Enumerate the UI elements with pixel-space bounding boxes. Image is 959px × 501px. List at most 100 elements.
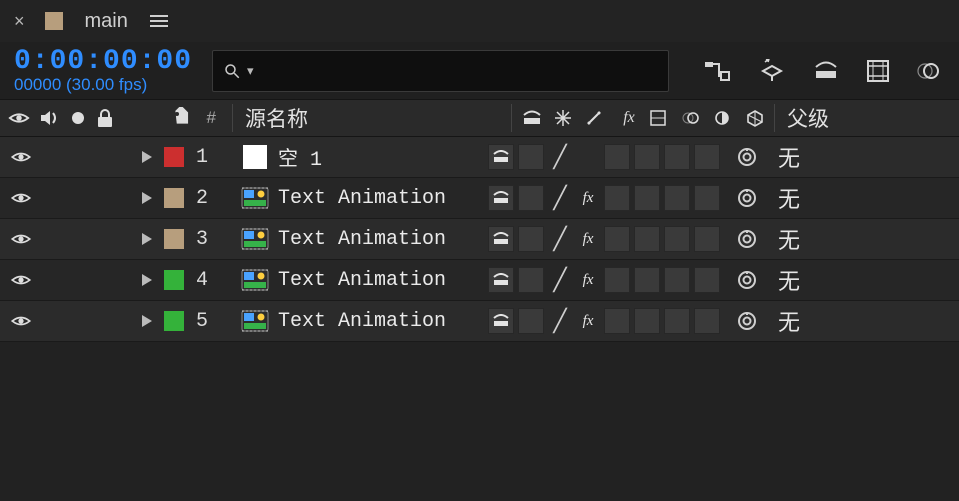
threed-switch[interactable] — [694, 226, 720, 252]
layer-name[interactable]: Text Animation — [278, 310, 488, 333]
frame-rate-info[interactable]: 00000 (30.00 fps) — [14, 75, 194, 95]
parent-column-header[interactable]: 父级 — [781, 103, 959, 133]
layer-name[interactable]: 空 1 — [278, 142, 488, 172]
layer-row[interactable]: 3 Text Animation ╱ fx — [0, 219, 959, 260]
parent-dropdown[interactable]: 无 — [772, 264, 959, 296]
shy-switch[interactable] — [488, 308, 514, 334]
collapse-switch[interactable] — [518, 308, 544, 334]
motion-blur-toggle[interactable] — [917, 60, 939, 82]
visibility-toggle[interactable] — [8, 232, 34, 246]
motionblur-switch[interactable] — [634, 185, 660, 211]
solo-column-icon[interactable] — [70, 110, 86, 126]
quality-switch[interactable]: ╱ — [548, 144, 572, 170]
quality-switch-header-icon[interactable] — [586, 110, 608, 126]
visibility-toggle[interactable] — [8, 191, 34, 205]
fx-switch-header-icon[interactable]: fx — [618, 109, 640, 127]
parent-pickwhip[interactable] — [736, 269, 758, 291]
threed-switch-header-icon[interactable] — [746, 109, 768, 127]
label-color-swatch[interactable] — [164, 311, 184, 331]
quality-switch[interactable]: ╱ — [548, 308, 572, 334]
parent-dropdown[interactable]: 无 — [772, 305, 959, 337]
search-dropdown-caret[interactable]: ▾ — [247, 63, 254, 79]
layer-name[interactable]: Text Animation — [278, 228, 488, 251]
shy-switch[interactable] — [488, 226, 514, 252]
parent-dropdown[interactable]: 无 — [772, 223, 959, 255]
layer-search-box[interactable]: ▾ — [212, 50, 669, 92]
collapse-switch[interactable] — [518, 185, 544, 211]
collapse-switch-header-icon[interactable] — [554, 109, 576, 127]
quality-switch[interactable]: ╱ — [548, 185, 572, 211]
threed-switch[interactable] — [694, 185, 720, 211]
threed-switch[interactable] — [694, 144, 720, 170]
label-color-swatch[interactable] — [164, 188, 184, 208]
twirl-arrow[interactable] — [136, 192, 158, 204]
threed-switch[interactable] — [694, 308, 720, 334]
label-color-swatch[interactable] — [164, 270, 184, 290]
audio-column-icon[interactable] — [40, 109, 60, 127]
parent-pickwhip[interactable] — [736, 310, 758, 332]
quality-switch[interactable]: ╱ — [548, 267, 572, 293]
comp-flowchart-button[interactable] — [705, 60, 731, 82]
shy-switch[interactable] — [488, 185, 514, 211]
adjustment-switch[interactable] — [664, 308, 690, 334]
label-color-swatch[interactable] — [164, 229, 184, 249]
parent-pickwhip[interactable] — [736, 146, 758, 168]
threed-switch[interactable] — [694, 267, 720, 293]
fx-switch[interactable]: fx — [576, 309, 600, 333]
frameblend-switch[interactable] — [604, 185, 630, 211]
collapse-switch[interactable] — [518, 226, 544, 252]
twirl-arrow[interactable] — [136, 274, 158, 286]
frameblend-switch-header-icon[interactable] — [650, 110, 672, 126]
index-column-header[interactable]: # — [196, 108, 226, 128]
video-column-icon[interactable] — [8, 110, 30, 126]
parent-dropdown[interactable]: 无 — [772, 141, 959, 173]
motionblur-switch[interactable] — [634, 226, 660, 252]
adjustment-switch[interactable] — [664, 144, 690, 170]
frameblend-switch[interactable] — [604, 267, 630, 293]
parent-pickwhip[interactable] — [736, 187, 758, 209]
shy-switch-header-icon[interactable] — [522, 110, 544, 126]
layer-name[interactable]: Text Animation — [278, 269, 488, 292]
motionblur-switch[interactable] — [634, 267, 660, 293]
adjustment-switch[interactable] — [664, 267, 690, 293]
frame-blend-toggle[interactable] — [867, 60, 889, 82]
draft-3d-button[interactable] — [759, 59, 785, 83]
lock-column-icon[interactable] — [96, 108, 114, 128]
visibility-toggle[interactable] — [8, 314, 34, 328]
layer-row[interactable]: 4 Text Animation ╱ fx — [0, 260, 959, 301]
twirl-arrow[interactable] — [136, 315, 158, 327]
fx-switch[interactable]: fx — [576, 186, 600, 210]
visibility-toggle[interactable] — [8, 150, 34, 164]
collapse-switch[interactable] — [518, 144, 544, 170]
layer-row[interactable]: 2 Text Animation ╱ fx — [0, 178, 959, 219]
collapse-switch[interactable] — [518, 267, 544, 293]
frameblend-switch[interactable] — [604, 226, 630, 252]
visibility-toggle[interactable] — [8, 273, 34, 287]
comp-tab-title[interactable]: main — [79, 10, 134, 33]
label-color-swatch[interactable] — [164, 147, 184, 167]
panel-menu-button[interactable] — [150, 15, 168, 27]
label-column-icon[interactable] — [166, 107, 196, 129]
layer-row[interactable]: 1 空 1 ╱ 无 — [0, 137, 959, 178]
shy-layers-toggle[interactable] — [813, 61, 839, 81]
frameblend-switch[interactable] — [604, 144, 630, 170]
adjustment-switch[interactable] — [664, 226, 690, 252]
fx-switch[interactable]: fx — [576, 227, 600, 251]
layer-search-input[interactable] — [260, 62, 658, 80]
source-name-column-header[interactable]: 源名称 — [239, 103, 505, 133]
motionblur-switch[interactable] — [634, 308, 660, 334]
motionblur-switch-header-icon[interactable] — [682, 110, 704, 126]
frameblend-switch[interactable] — [604, 308, 630, 334]
fx-switch[interactable] — [576, 145, 600, 169]
shy-switch[interactable] — [488, 144, 514, 170]
motionblur-switch[interactable] — [634, 144, 660, 170]
layer-row[interactable]: 5 Text Animation ╱ fx — [0, 301, 959, 342]
layer-name[interactable]: Text Animation — [278, 187, 488, 210]
close-panel-button[interactable]: × — [10, 11, 29, 32]
current-timecode[interactable]: 0:00:00:00 — [14, 46, 194, 77]
quality-switch[interactable]: ╱ — [548, 226, 572, 252]
parent-pickwhip[interactable] — [736, 228, 758, 250]
fx-switch[interactable]: fx — [576, 268, 600, 292]
twirl-arrow[interactable] — [136, 151, 158, 163]
adjustment-switch-header-icon[interactable] — [714, 110, 736, 126]
